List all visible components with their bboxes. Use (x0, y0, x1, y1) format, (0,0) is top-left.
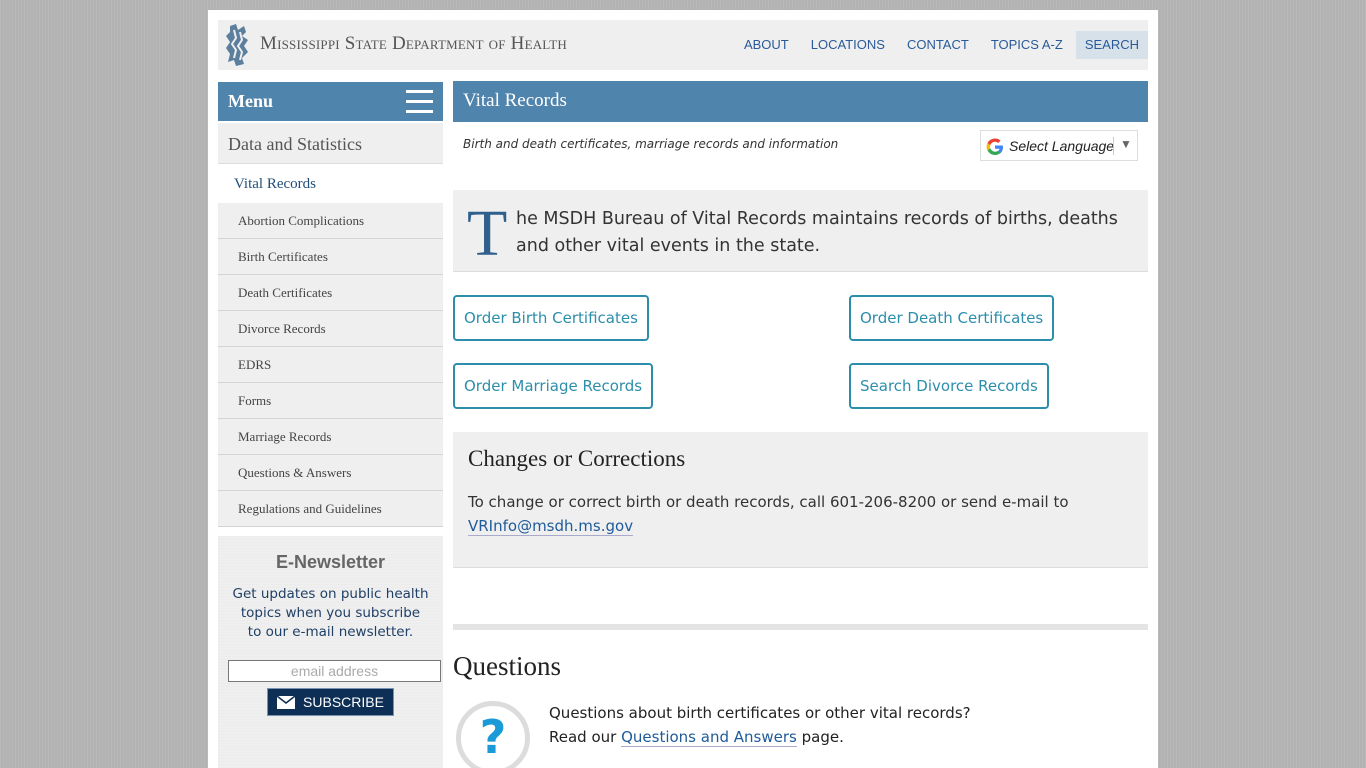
sidebar-item-abortion[interactable]: Abortion Complications (218, 203, 443, 239)
newsletter-text: Get updates on public health topics when… (232, 586, 429, 640)
sidebar-item-label: Forms (238, 393, 272, 408)
sidebar-item-divorce[interactable]: Divorce Records (218, 311, 443, 347)
sidebar-item-qa[interactable]: Questions & Answers (218, 455, 443, 491)
subscribe-button[interactable]: SUBSCRIBE (267, 688, 394, 716)
language-select[interactable]: Select Language ▼ (980, 130, 1138, 161)
intro-text: he MSDH Bureau of Vital Records maintain… (516, 209, 1118, 256)
sidebar-item-label: Marriage Records (238, 429, 332, 444)
language-label: Select Language (1009, 138, 1115, 154)
question-icon: ? (456, 701, 530, 768)
nav-contact[interactable]: CONTACT (898, 31, 978, 59)
menu-label: Menu (228, 91, 273, 111)
page-title: Vital Records (463, 90, 567, 111)
section-divider (453, 624, 1148, 630)
dropdown-arrow-icon: ▼ (1120, 137, 1132, 151)
newsletter-box: E-Newsletter Get updates on public healt… (218, 536, 443, 768)
sidebar-item-label: Birth Certificates (238, 249, 328, 264)
sidebar-item-marriage[interactable]: Marriage Records (218, 419, 443, 455)
qa-link[interactable]: Questions and Answers (621, 728, 797, 747)
newsletter-title: E-Newsletter (275, 552, 386, 572)
sidebar-item-death[interactable]: Death Certificates (218, 275, 443, 311)
sidebar-item-forms[interactable]: Forms (218, 383, 443, 419)
intro-dropcap: T (467, 197, 508, 270)
email-link[interactable]: VRInfo@msdh.ms.gov (468, 517, 634, 536)
sidebar-item-label: Abortion Complications (238, 213, 365, 228)
order-death-button[interactable]: Order Death Certificates (849, 295, 1055, 341)
main-title-bar: Vital Records (453, 81, 1148, 122)
mail-icon (277, 695, 296, 709)
sidebar-item-label: Questions & Answers (238, 465, 352, 480)
sidebar-section-label: Data and Statistics (228, 134, 362, 154)
site-header: Mississippi State Department of Health A… (218, 20, 1148, 70)
sidebar-item-label: Regulations and Guidelines (238, 501, 382, 516)
sidebar-item-birth[interactable]: Birth Certificates (218, 239, 443, 275)
google-icon (986, 138, 1003, 155)
questions-text: Questions about birth certificates or ot… (549, 704, 971, 747)
sidebar-item-vital-records[interactable]: Vital Records (218, 165, 443, 203)
site-name[interactable]: Mississippi State Department of Health (260, 33, 567, 55)
sidebar-item-label: EDRS (238, 357, 272, 372)
changes-title: Changes or Corrections (468, 446, 686, 471)
hamburger-icon[interactable] (406, 90, 433, 113)
top-nav: ABOUT LOCATIONS CONTACT TOPICS A-Z SEARC… (731, 31, 1148, 59)
sidebar-list: Abortion Complications Birth Certificate… (218, 203, 443, 527)
msdh-logo-icon[interactable] (222, 22, 254, 68)
email-input[interactable] (228, 660, 441, 682)
sidebar-menu-bar[interactable]: Menu (218, 82, 443, 121)
sidebar-item-label: Divorce Records (238, 321, 326, 336)
changes-text: To change or correct birth or death reco… (468, 493, 1069, 536)
sidebar-item-edrs[interactable]: EDRS (218, 347, 443, 383)
nav-locations[interactable]: LOCATIONS (802, 31, 894, 59)
page-subtitle: Birth and death certificates, marriage r… (463, 137, 839, 151)
order-marriage-button[interactable]: Order Marriage Records (453, 363, 654, 409)
intro-box: T he MSDH Bureau of Vital Records mainta… (453, 190, 1148, 272)
sidebar-item-label: Death Certificates (238, 285, 333, 300)
sidebar-item-label: Vital Records (234, 176, 316, 192)
nav-search[interactable]: SEARCH (1075, 31, 1148, 59)
nav-about[interactable]: ABOUT (735, 31, 798, 59)
nav-topics[interactable]: TOPICS A-Z (982, 31, 1072, 59)
questions-title: Questions (453, 651, 561, 681)
page: Mississippi State Department of Health A… (208, 10, 1158, 768)
search-divorce-button[interactable]: Search Divorce Records (849, 363, 1049, 409)
changes-box: Changes or Corrections To change or corr… (453, 432, 1148, 568)
order-birth-button[interactable]: Order Birth Certificates (453, 295, 649, 341)
subscribe-label: SUBSCRIBE (303, 694, 384, 710)
sidebar-section[interactable]: Data and Statistics (218, 123, 443, 164)
sidebar-item-regulations[interactable]: Regulations and Guidelines (218, 491, 443, 527)
